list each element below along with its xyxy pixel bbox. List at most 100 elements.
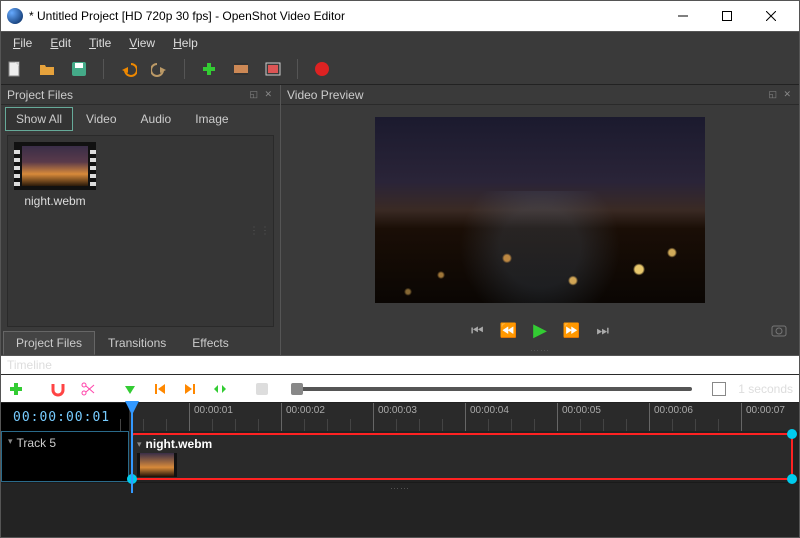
track-header[interactable]: ▾ Track 5 — [1, 431, 129, 482]
time-ruler[interactable]: 00:00:0100:00:0200:00:0300:00:0400:00:05… — [129, 403, 799, 431]
menu-file[interactable]: File — [5, 34, 40, 52]
next-marker-button[interactable] — [181, 380, 199, 398]
plus-icon — [8, 381, 24, 397]
ruler-minor-tick — [396, 419, 397, 431]
ruler-label: 00:00:07 — [746, 405, 785, 416]
new-project-button[interactable] — [5, 59, 25, 79]
menu-edit[interactable]: Edit — [42, 34, 79, 52]
center-playhead-button[interactable] — [211, 380, 229, 398]
ruler-tick: 00:00:04 — [465, 403, 466, 431]
app-window: * Untitled Project [HD 720p 30 fps] - Op… — [0, 0, 800, 538]
prev-marker-button[interactable] — [151, 380, 169, 398]
track-lane[interactable]: ▾ night.webm — [129, 431, 799, 482]
playhead[interactable] — [131, 403, 133, 493]
panel-grip[interactable]: ⋮⋮ — [249, 226, 271, 237]
filter-image[interactable]: Image — [184, 107, 239, 131]
ruler-minor-tick — [442, 419, 443, 431]
zoom-checkbox[interactable] — [712, 382, 726, 396]
record-icon — [313, 60, 331, 78]
snap-button[interactable] — [49, 380, 67, 398]
minimize-button[interactable] — [661, 2, 705, 30]
filter-video[interactable]: Video — [75, 107, 127, 131]
add-track-button[interactable] — [7, 380, 25, 398]
import-files-button[interactable] — [199, 59, 219, 79]
fullscreen-button[interactable] — [263, 59, 283, 79]
snapshot-button[interactable] — [771, 323, 787, 337]
ruler-minor-tick — [488, 419, 489, 431]
ruler-minor-tick — [166, 419, 167, 431]
horizontal-grip[interactable]: ⋯⋯ — [1, 483, 799, 493]
save-icon — [70, 60, 88, 78]
ruler-minor-tick — [672, 419, 673, 431]
zoom-track[interactable] — [291, 387, 692, 391]
toolbar-separator — [103, 59, 104, 79]
menu-title[interactable]: Title — [81, 34, 119, 52]
next-marker-icon — [183, 382, 197, 396]
preview-panel: Video Preview ◱ ✕ ⏮ ⏪ ▶ ⏩ ⏭ ⋯⋯ — [281, 85, 799, 355]
filter-show-all[interactable]: Show All — [5, 107, 73, 131]
ruler-label: 00:00:06 — [654, 405, 693, 416]
zoom-slider[interactable] — [291, 387, 692, 391]
prev-marker-icon — [153, 382, 167, 396]
ruler-label: 00:00:05 — [562, 405, 601, 416]
open-project-button[interactable] — [37, 59, 57, 79]
menu-view[interactable]: View — [121, 34, 163, 52]
ruler-minor-tick — [695, 419, 696, 431]
export-video-button[interactable] — [312, 59, 332, 79]
menubar: File Edit Title View Help — [1, 31, 799, 53]
toolbar-separator — [297, 59, 298, 79]
file-filter-tabs: Show All Video Audio Image — [1, 105, 280, 133]
zoom-handle[interactable] — [291, 383, 303, 395]
panel-controls[interactable]: ◱ ✕ — [249, 89, 274, 100]
clip-handle[interactable] — [787, 474, 797, 484]
ruler-minor-tick — [718, 419, 719, 431]
filmstrip-icon — [232, 60, 250, 78]
zoom-indicator — [253, 380, 271, 398]
files-list[interactable]: night.webm ⋮⋮ — [7, 135, 274, 327]
jump-end-button[interactable]: ⏭ — [596, 322, 609, 339]
choose-profile-button[interactable] — [231, 59, 251, 79]
main-area: Project Files ◱ ✕ Show All Video Audio I… — [1, 85, 799, 355]
panel-controls[interactable]: ◱ ✕ — [768, 89, 793, 100]
fast-forward-button[interactable]: ⏩ — [563, 322, 580, 339]
project-files-panel: Project Files ◱ ✕ Show All Video Audio I… — [1, 85, 281, 355]
preview-title: Video Preview — [287, 88, 768, 102]
tab-transitions[interactable]: Transitions — [95, 331, 179, 355]
file-item[interactable]: night.webm — [14, 142, 96, 208]
razor-button[interactable] — [79, 380, 97, 398]
timeline-toolbar: 1 seconds — [1, 375, 799, 403]
tab-project-files[interactable]: Project Files — [3, 331, 95, 355]
ruler-tick: 00:00:01 — [189, 403, 190, 431]
menu-help[interactable]: Help — [165, 34, 206, 52]
filter-audio[interactable]: Audio — [130, 107, 183, 131]
ruler-minor-tick — [304, 419, 305, 431]
rewind-button[interactable]: ⏪ — [500, 322, 517, 339]
chevron-down-icon: ▾ — [8, 436, 13, 447]
horizontal-grip[interactable]: ⋯⋯ — [281, 345, 799, 355]
undo-button[interactable] — [118, 59, 138, 79]
maximize-button[interactable] — [705, 2, 749, 30]
fullscreen-icon — [264, 60, 282, 78]
redo-button[interactable] — [150, 59, 170, 79]
preview-canvas[interactable] — [375, 117, 705, 303]
ruler-minor-tick — [212, 419, 213, 431]
tab-effects[interactable]: Effects — [179, 331, 241, 355]
ruler-row: 00:00:00:01 00:00:0100:00:0200:00:0300:0… — [1, 403, 799, 431]
ruler-minor-tick — [511, 419, 512, 431]
jump-start-button[interactable]: ⏮ — [471, 322, 484, 339]
save-project-button[interactable] — [69, 59, 89, 79]
close-button[interactable] — [749, 2, 793, 30]
ruler-minor-tick — [258, 419, 259, 431]
timeline-clip[interactable]: ▾ night.webm — [131, 433, 793, 480]
preview-image — [375, 191, 705, 303]
ruler-tick: 00:00:05 — [557, 403, 558, 431]
plus-icon — [200, 60, 218, 78]
clip-handle[interactable] — [787, 429, 797, 439]
ruler-minor-tick — [534, 419, 535, 431]
zoom-label: 1 seconds — [738, 382, 793, 396]
ruler-tick: 00:00:03 — [373, 403, 374, 431]
window-title: * Untitled Project [HD 720p 30 fps] - Op… — [29, 9, 661, 23]
add-marker-button[interactable] — [121, 380, 139, 398]
toolbar-separator — [184, 59, 185, 79]
play-button[interactable]: ▶ — [533, 320, 547, 341]
